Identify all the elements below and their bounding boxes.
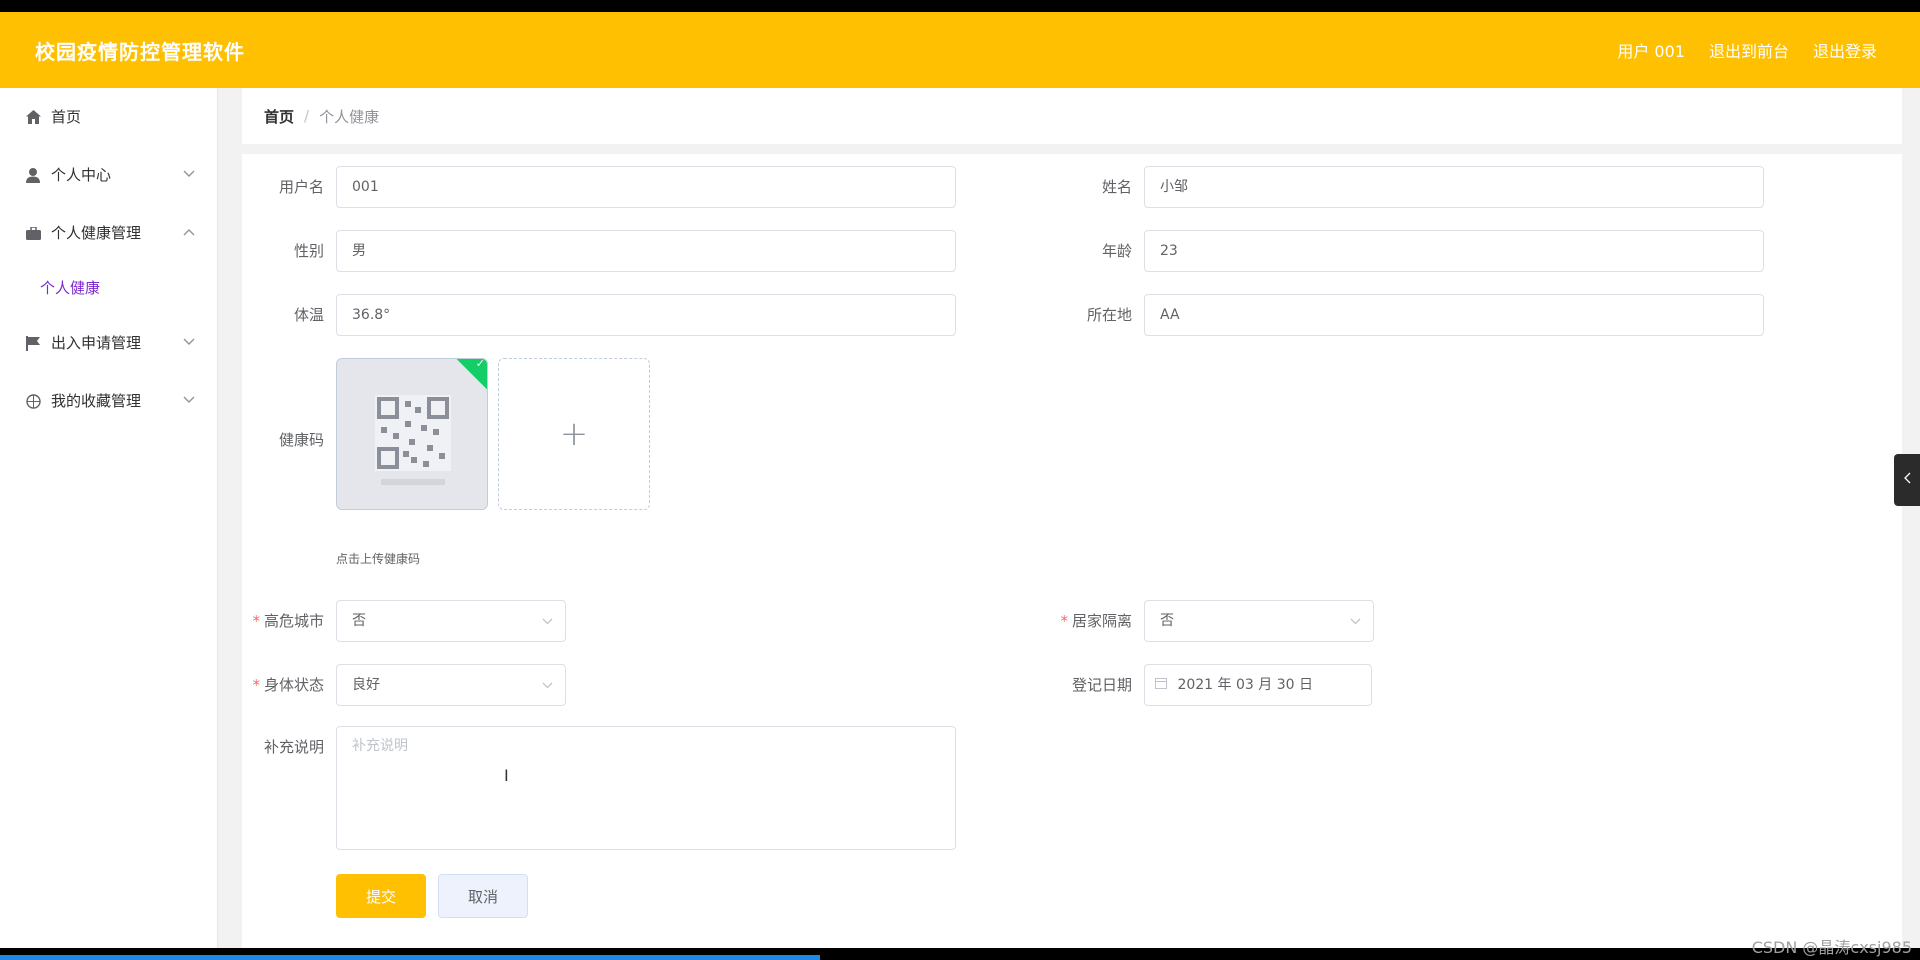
reg-date-label: 登记日期 <box>1071 676 1132 694</box>
plus-icon: + <box>559 414 589 454</box>
note-placeholder: 补充说明 <box>352 738 408 754</box>
logout-link[interactable]: 退出登录 <box>1813 38 1877 62</box>
text-cursor-icon: I <box>504 766 509 785</box>
gender-label: 性别 <box>293 242 324 260</box>
body-status-label-text: 身体状态 <box>263 676 324 694</box>
breadcrumb-separator: / <box>304 107 310 125</box>
calendar-icon <box>1155 665 1167 705</box>
sidebar-item-home[interactable]: 首页 <box>0 88 217 146</box>
chevron-down-icon <box>183 146 195 204</box>
location-label: 所在地 <box>1086 306 1132 324</box>
compass-icon <box>25 393 41 409</box>
body-status-label: * 身体状态 <box>252 676 324 694</box>
risk-city-select[interactable]: 否 <box>336 600 566 642</box>
sidebar-item-favorites[interactable]: 我的收藏管理 <box>0 372 217 430</box>
home-quarantine-label: * 居家隔离 <box>1060 612 1132 630</box>
healthcode-upload-tip: 点击上传健康码 <box>336 552 421 566</box>
risk-city-value: 否 <box>352 613 366 629</box>
health-form: 用户名 001 姓名 小邹 性别 男 年龄 23 体温 36.8° 所在地 AA… <box>242 154 1902 948</box>
sidebar-item-label: 出入申请管理 <box>51 334 142 352</box>
check-icon: ✓ <box>475 358 485 371</box>
name-field[interactable]: 小邹 <box>1144 166 1764 208</box>
chevron-up-icon <box>183 204 195 262</box>
breadcrumb-home[interactable]: 首页 <box>264 106 294 127</box>
app-title: 校园疫情防控管理软件 <box>35 40 245 64</box>
chevron-left-icon <box>1903 472 1911 488</box>
location-field[interactable]: AA <box>1144 294 1764 336</box>
sidebar: 首页 个人中心 个人健康管理 个人健康 出入申请管理 我的收藏管理 <box>0 88 218 948</box>
sidebar-subitem-personal-health[interactable]: 个人健康 <box>0 262 217 314</box>
flag-icon <box>25 335 41 351</box>
temperature-field[interactable]: 36.8° <box>336 294 956 336</box>
cancel-button[interactable]: 取消 <box>438 874 528 918</box>
briefcase-icon <box>25 225 41 241</box>
sidebar-item-label: 首页 <box>51 108 82 126</box>
body-status-value: 良好 <box>352 677 380 693</box>
sidebar-item-access-application[interactable]: 出入申请管理 <box>0 314 217 372</box>
app-window: 校园疫情防控管理软件 用户 001 退出到前台 退出登录 首页 个人中心 个人健… <box>0 12 1920 948</box>
sidebar-item-label: 个人中心 <box>51 166 112 184</box>
name-label: 姓名 <box>1101 178 1132 196</box>
bottom-bar <box>0 948 1920 960</box>
top-nav: 用户 001 退出到前台 退出登录 <box>1617 38 1877 62</box>
chevron-down-icon <box>183 314 195 372</box>
chevron-down-icon <box>1350 601 1361 641</box>
chevron-down-icon <box>183 372 195 430</box>
qr-code-icon <box>337 359 487 509</box>
sidebar-item-personal-center[interactable]: 个人中心 <box>0 146 217 204</box>
main-content: 首页 / 个人健康 用户名 001 姓名 小邹 性别 男 年龄 23 体温 36… <box>218 88 1920 948</box>
age-field[interactable]: 23 <box>1144 230 1764 272</box>
playback-progress[interactable] <box>0 955 820 960</box>
username-label: 用户名 <box>278 178 324 196</box>
home-icon <box>25 109 41 125</box>
user-icon <box>25 167 41 183</box>
top-header: 校园疫情防控管理软件 用户 001 退出到前台 退出登录 <box>0 12 1920 88</box>
reg-date-value: 2021 年 03 月 30 日 <box>1177 677 1313 693</box>
healthcode-label: 健康码 <box>278 431 324 449</box>
gender-field[interactable]: 男 <box>336 230 956 272</box>
risk-city-label-text: 高危城市 <box>263 612 324 630</box>
sidebar-item-health-management[interactable]: 个人健康管理 <box>0 204 217 262</box>
sidebar-item-label: 我的收藏管理 <box>51 392 142 410</box>
chevron-down-icon <box>542 601 553 641</box>
risk-city-label: * 高危城市 <box>252 612 324 630</box>
reg-date-picker[interactable]: 2021 年 03 月 30 日 <box>1144 664 1372 706</box>
home-quarantine-value: 否 <box>1160 613 1174 629</box>
note-label: 补充说明 <box>263 738 324 756</box>
age-label: 年龄 <box>1101 242 1132 260</box>
breadcrumb-current: 个人健康 <box>319 107 380 126</box>
body-status-select[interactable]: 良好 <box>336 664 566 706</box>
breadcrumb: 首页 / 个人健康 <box>242 88 1902 144</box>
exit-to-front-link[interactable]: 退出到前台 <box>1709 38 1789 62</box>
healthcode-upload-button[interactable]: + <box>498 358 650 510</box>
collapse-drawer-tab[interactable] <box>1894 454 1920 506</box>
note-textarea[interactable]: 补充说明 <box>336 726 956 850</box>
sidebar-item-label: 个人健康管理 <box>51 224 142 242</box>
home-quarantine-select[interactable]: 否 <box>1144 600 1374 642</box>
watermark: CSDN @晶涛cxsj985 <box>1751 938 1912 957</box>
username-field[interactable]: 001 <box>336 166 956 208</box>
home-quarantine-label-text: 居家隔离 <box>1071 612 1132 630</box>
temperature-label: 体温 <box>293 306 324 324</box>
healthcode-thumbnail[interactable]: ✓ <box>336 358 488 510</box>
submit-button[interactable]: 提交 <box>336 874 426 918</box>
user-menu[interactable]: 用户 001 <box>1617 38 1685 62</box>
chevron-down-icon <box>542 665 553 705</box>
